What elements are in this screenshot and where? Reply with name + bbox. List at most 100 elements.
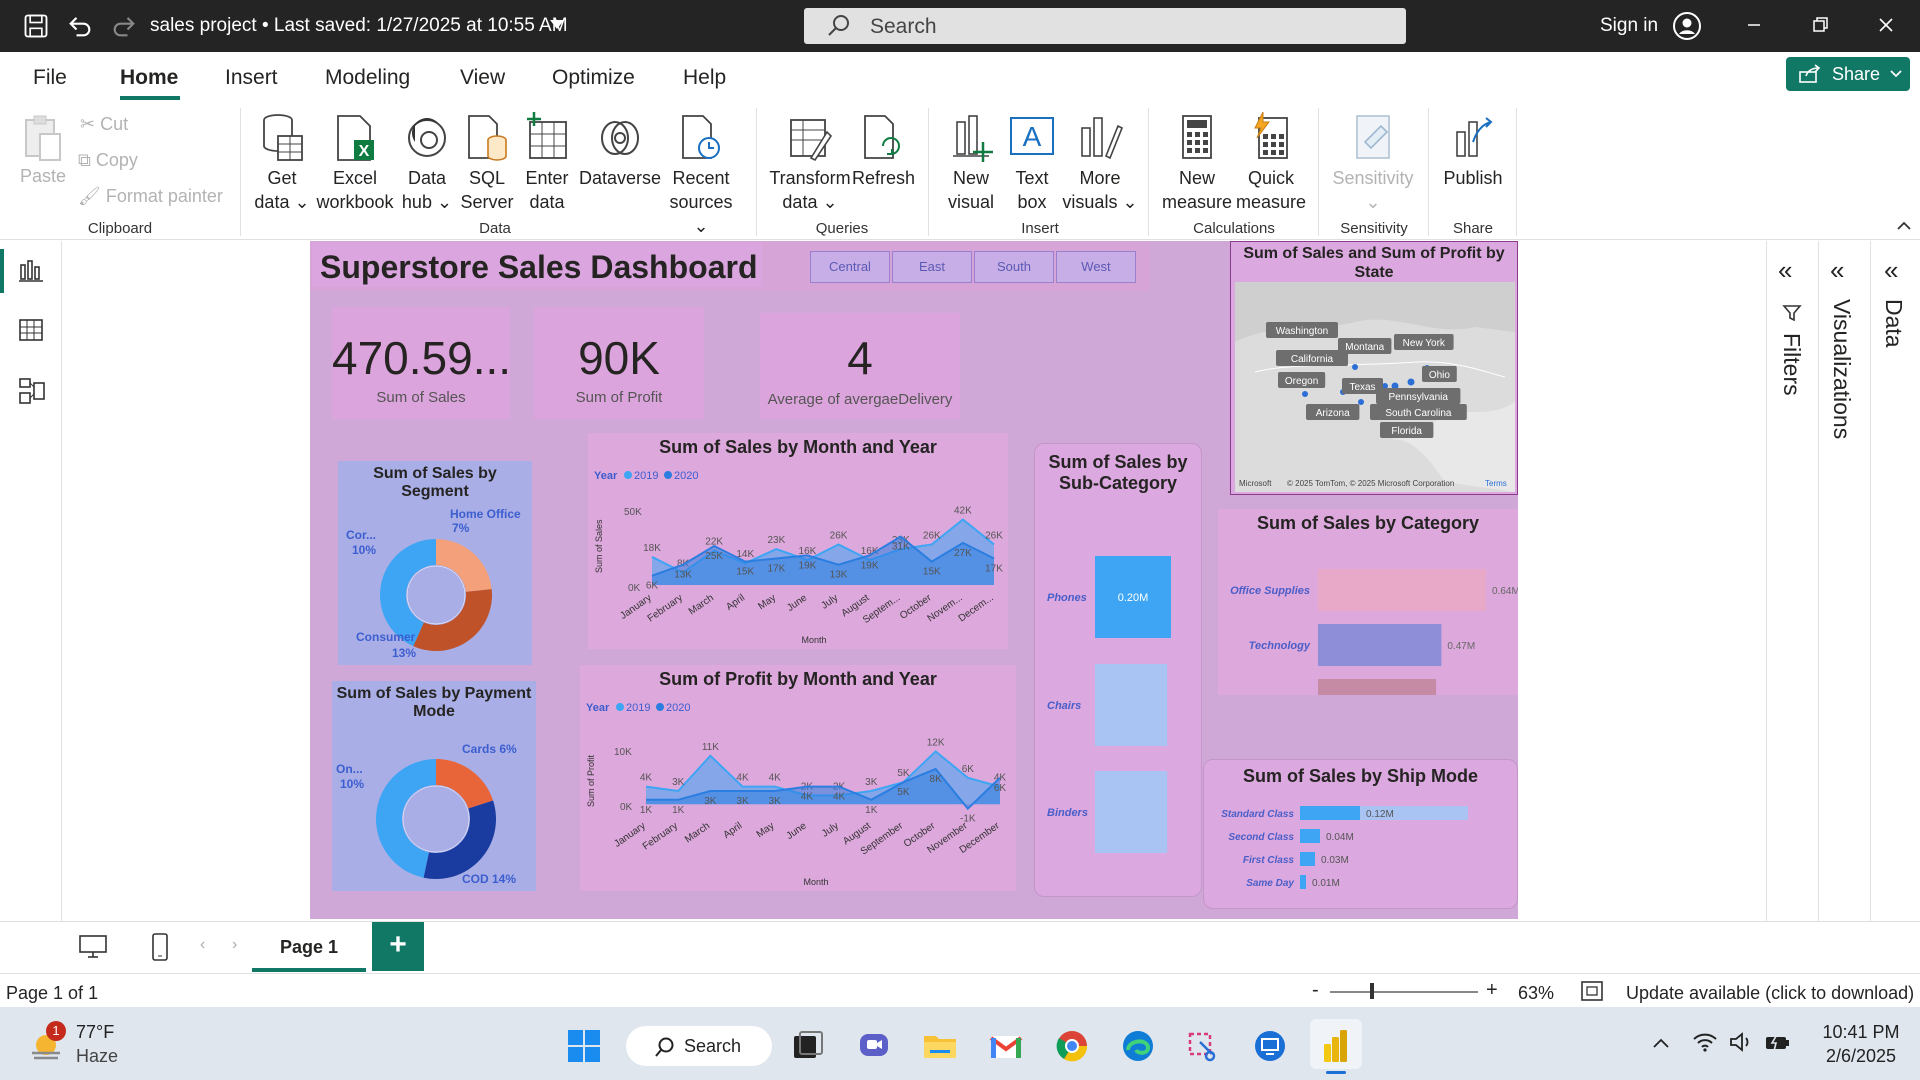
state-label-montana[interactable]: Montana <box>1345 342 1384 353</box>
volume-icon[interactable] <box>1728 1031 1754 1053</box>
kpi-card-delivery[interactable]: 4 Average of avergaeDelivery <box>760 313 960 419</box>
fit-to-page-icon[interactable] <box>1580 980 1604 1002</box>
region-west-button[interactable]: West <box>1056 251 1136 283</box>
visualizations-collapse-icon[interactable]: « <box>1830 255 1844 286</box>
chart-payment-donut[interactable]: Sum of Sales by Payment Mode Cards 6% On.… <box>332 681 536 891</box>
menu-home[interactable]: Home <box>120 66 178 90</box>
format-painter-button[interactable]: 🖌 Format painter <box>78 186 223 207</box>
state-label-texas[interactable]: Texas <box>1349 382 1375 393</box>
bar-chairs[interactable] <box>1095 664 1168 746</box>
report-view-icon[interactable] <box>18 257 44 283</box>
kpi-card-sales[interactable]: 470.59... Sum of Sales <box>332 307 511 419</box>
power-bi-icon[interactable] <box>1318 1028 1354 1064</box>
chrome-icon[interactable] <box>1054 1028 1090 1064</box>
file-explorer-icon[interactable] <box>922 1028 958 1064</box>
donut-slice-cod[interactable] <box>375 759 436 878</box>
filters-collapse-icon[interactable]: « <box>1778 255 1792 286</box>
recent-sources-button[interactable]: Recent sources ⌄ <box>666 112 736 238</box>
bar-standard-class[interactable] <box>1300 806 1360 820</box>
bar-binders[interactable] <box>1095 771 1168 853</box>
close-icon[interactable] <box>1874 13 1898 37</box>
data-hub-button[interactable]: Data hub ⌄ <box>398 112 456 214</box>
desktop-layout-icon[interactable] <box>78 934 108 960</box>
redo-icon[interactable] <box>110 12 138 40</box>
cut-button[interactable]: ✂ Cut <box>80 114 128 135</box>
menu-help[interactable]: Help <box>683 66 726 90</box>
prev-page-icon[interactable]: ‹ <box>200 936 205 954</box>
bar-same-day[interactable] <box>1300 875 1306 889</box>
next-page-icon[interactable]: › <box>232 936 237 954</box>
state-label-florida[interactable]: Florida <box>1391 426 1422 437</box>
mobile-layout-icon[interactable] <box>150 932 170 962</box>
chart-sales-by-ship-mode[interactable]: Sum of Sales by Ship Mode Standard Class… <box>1203 759 1518 909</box>
map-sales-profit-by-state[interactable]: Sum of Sales and Sum of Profit by State W… <box>1230 241 1518 495</box>
region-central-button[interactable]: Central <box>810 251 890 283</box>
enter-data-button[interactable]: Enter data <box>518 112 576 214</box>
window-title[interactable]: sales project • Last saved: 1/27/2025 at… <box>150 15 568 37</box>
menu-insert[interactable]: Insert <box>225 66 278 90</box>
snipping-tool-icon[interactable] <box>1186 1028 1222 1064</box>
state-label-oregon[interactable]: Oregon <box>1285 376 1318 387</box>
remote-desktop-icon[interactable] <box>1252 1028 1288 1064</box>
kpi-card-profit[interactable]: 90K Sum of Profit <box>534 307 704 419</box>
bar-first-class[interactable] <box>1300 852 1315 866</box>
sql-server-button[interactable]: SQL Server <box>460 112 514 214</box>
wifi-icon[interactable] <box>1692 1031 1718 1053</box>
collapse-ribbon-icon[interactable] <box>1896 220 1912 232</box>
account-icon[interactable] <box>1672 11 1702 41</box>
sensitivity-button[interactable]: Sensitivity ⌄ <box>1330 112 1416 214</box>
taskbar-search[interactable]: Search <box>626 1026 772 1066</box>
state-label-california[interactable]: California <box>1291 354 1334 365</box>
chart-sales-by-category[interactable]: Sum of Sales by Category Office Supplies… <box>1218 509 1518 695</box>
filters-pane-label[interactable]: Filters <box>1778 333 1805 396</box>
bar-second-class[interactable] <box>1300 829 1320 843</box>
clock-date[interactable]: 2/6/2025 <box>1806 1046 1916 1067</box>
chevron-up-icon[interactable] <box>1652 1037 1670 1049</box>
publish-button[interactable]: Publish <box>1440 112 1506 190</box>
donut-slice-cor-[interactable] <box>413 589 492 651</box>
task-view-icon[interactable] <box>790 1028 826 1064</box>
new-visual-button[interactable]: New visual <box>940 112 1002 214</box>
page-tab-1[interactable]: Page 1 <box>252 922 366 972</box>
state-label-south-carolina[interactable]: South Carolina <box>1385 408 1452 419</box>
windows-start-icon[interactable] <box>566 1028 602 1064</box>
dataverse-button[interactable]: Dataverse <box>578 112 662 190</box>
donut-slice-cards[interactable] <box>436 759 494 809</box>
transform-data-button[interactable]: Transform data ⌄ <box>768 112 852 214</box>
model-view-icon[interactable] <box>18 377 46 405</box>
new-measure-button[interactable]: New measure <box>1160 112 1234 214</box>
copy-button[interactable]: ⧉ Copy <box>78 150 138 171</box>
title-dropdown-icon[interactable] <box>550 20 564 29</box>
zoom-out-button[interactable]: - <box>1312 979 1319 1002</box>
menu-view[interactable]: View <box>460 66 505 90</box>
chart-segment-donut[interactable]: Sum of Sales by Segment Home Office 7% Co… <box>338 461 532 665</box>
bar-furniture[interactable] <box>1318 679 1437 695</box>
quick-measure-button[interactable]: Quick measure <box>1234 112 1308 214</box>
battery-icon[interactable] <box>1764 1031 1792 1053</box>
state-label-arizona[interactable]: Arizona <box>1316 408 1350 419</box>
more-visuals-button[interactable]: More visuals ⌄ <box>1062 112 1138 214</box>
visualizations-pane-label[interactable]: Visualizations <box>1828 299 1855 439</box>
donut-slice-on-[interactable] <box>423 800 496 879</box>
zoom-slider-thumb[interactable] <box>1370 983 1374 999</box>
weather-temp[interactable]: 77°F <box>76 1022 114 1043</box>
table-view-icon[interactable] <box>18 317 44 343</box>
get-data-button[interactable]: Get data ⌄ <box>252 112 312 214</box>
menu-modeling[interactable]: Modeling <box>325 66 410 90</box>
donut-slice-home-office[interactable] <box>436 539 492 592</box>
edge-icon[interactable] <box>1120 1028 1156 1064</box>
menu-file[interactable]: File <box>33 66 67 90</box>
restore-icon[interactable] <box>1808 13 1832 37</box>
state-label-washington[interactable]: Washington <box>1276 326 1328 337</box>
state-label-new-york[interactable]: New York <box>1403 338 1446 349</box>
data-pane-label[interactable]: Data <box>1880 299 1907 348</box>
update-available-link[interactable]: Update available (click to download) <box>1626 983 1914 1004</box>
data-collapse-icon[interactable]: « <box>1884 255 1898 286</box>
state-label-pennsylvania[interactable]: Pennsylvania <box>1388 392 1448 403</box>
state-label-ohio[interactable]: Ohio <box>1429 370 1451 381</box>
undo-icon[interactable] <box>66 12 94 40</box>
teams-chat-icon[interactable] <box>856 1028 892 1064</box>
minimize-icon[interactable] <box>1742 13 1766 37</box>
zoom-in-button[interactable]: + <box>1486 979 1498 1002</box>
text-box-button[interactable]: A Text box <box>1004 112 1060 214</box>
